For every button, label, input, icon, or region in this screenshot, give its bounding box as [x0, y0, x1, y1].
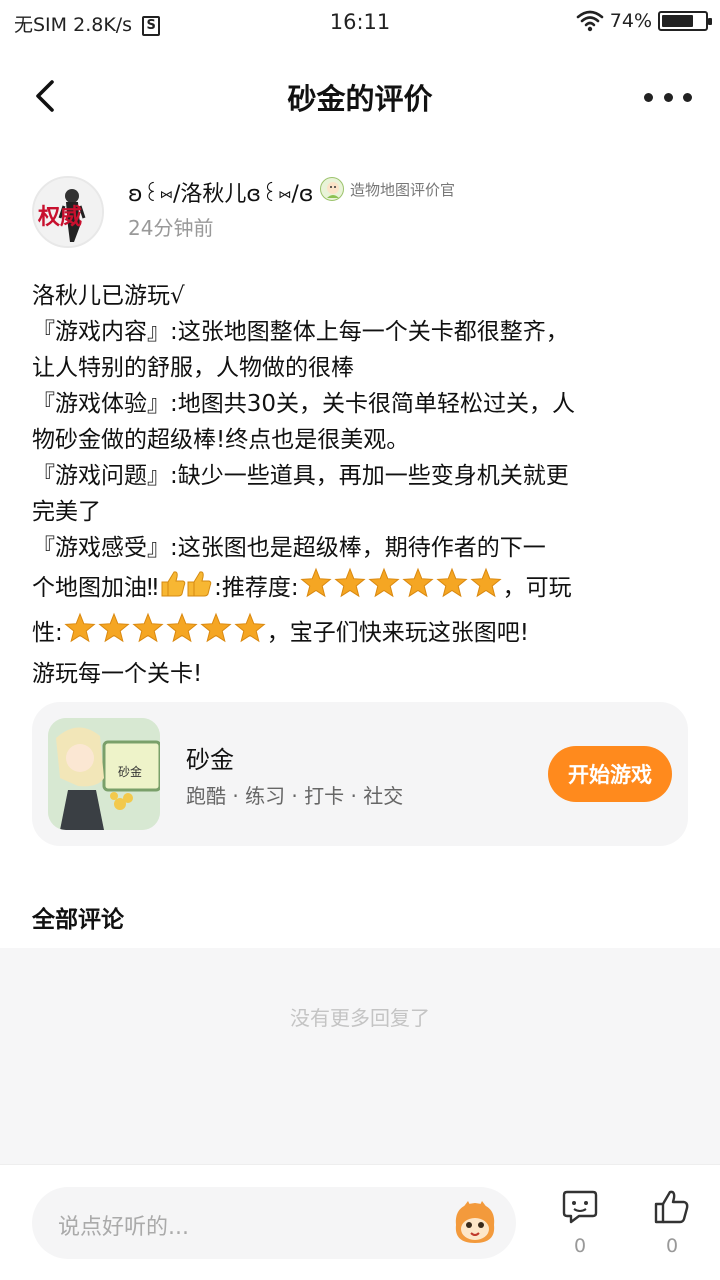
review-line: 洛秋儿已游玩√ — [32, 283, 185, 309]
star-icon — [470, 567, 502, 598]
post-time: 24分钟前 — [128, 216, 214, 240]
star-icon — [436, 567, 468, 598]
review-body: 洛秋儿已游玩√ 『游戏内容』:这张地图整体上每一个关卡都很整齐， 让人特别的舒服… — [32, 278, 692, 692]
review-line: 『游戏感受』:这张图也是超级棒，期待作者的下一 — [32, 535, 546, 561]
page-title: 砂金的评价 — [287, 82, 433, 116]
game-thumb-text: 砂金 — [118, 764, 142, 779]
nav-bar: 砂金的评价 — [0, 56, 720, 136]
battery-cap — [708, 18, 712, 25]
star-icon — [402, 567, 434, 598]
bottom-bar: 说点好听的... 0 0 — [0, 1164, 720, 1280]
battery-percent: 74% — [609, 10, 652, 32]
star-icon — [334, 567, 366, 598]
mascot-emoji-icon[interactable] — [450, 1199, 500, 1247]
game-card[interactable]: 砂金 砂金 跑酷 · 练习 · 打卡 · 社交 开始游戏 — [32, 702, 688, 846]
thumbs-up-icon — [654, 1190, 689, 1224]
comments-area: 没有更多回复了 — [0, 948, 720, 1164]
like-action[interactable]: 0 — [642, 1189, 702, 1257]
battery-icon — [658, 11, 712, 31]
avatar-image: 权威 — [34, 178, 102, 246]
wifi-icon — [576, 10, 604, 32]
star-icon — [200, 612, 232, 643]
comment-placeholder: 说点好听的... — [58, 1215, 189, 1240]
comment-count: 0 — [573, 1235, 587, 1257]
reviewer-badge-icon — [320, 177, 344, 201]
star-icon — [132, 612, 164, 643]
game-name: 砂金 — [186, 746, 234, 774]
more-button[interactable] — [644, 82, 692, 112]
star-icon — [234, 612, 266, 643]
status-right: 74% — [576, 10, 712, 32]
star-icon — [166, 612, 198, 643]
review-line: 『游戏问题』:缺少一些道具，再加一些变身机关就更 — [32, 463, 569, 489]
review-line: 『游戏体验』:地图共30关，关卡很简单轻松过关，人 — [32, 391, 576, 417]
avatar[interactable]: 权威 — [32, 176, 104, 248]
star-icon — [368, 567, 400, 598]
review-text: ，可玩 — [502, 575, 572, 601]
review-line: 让人特别的舒服，人物做的很棒 — [32, 355, 354, 381]
review-text: :推荐度: — [214, 575, 299, 601]
more-dot — [683, 92, 692, 102]
comment-input[interactable]: 说点好听的... — [32, 1187, 516, 1259]
game-thumbnail[interactable]: 砂金 — [48, 718, 160, 830]
game-tags: 跑酷 · 练习 · 打卡 · 社交 — [186, 784, 404, 808]
no-more-replies-text: 没有更多回复了 — [290, 1006, 430, 1030]
review-text: ，宝子们快来玩这张图吧! — [266, 620, 529, 646]
avatar-text: 权威 — [37, 204, 82, 230]
more-dot — [663, 92, 673, 102]
review-line: 性: ，宝子们快来玩这张图吧! — [32, 611, 692, 656]
star-icon — [64, 612, 96, 643]
star-icon — [98, 612, 130, 643]
playability-stars — [63, 611, 267, 656]
start-game-button[interactable]: 开始游戏 — [548, 746, 672, 802]
like-count: 0 — [665, 1235, 679, 1257]
reviewer-badge: 造物地图评价官 — [320, 177, 455, 201]
author-name[interactable]: ʚ꒰⑅/洛秋儿ɞ꒰⑅/ɞ — [128, 176, 313, 208]
review-line: 物砂金做的超级棒!终点也是很美观。 — [32, 427, 410, 453]
review-text: 个地图加油‼ — [32, 575, 159, 601]
battery-level — [662, 15, 694, 27]
more-dots-icon — [644, 92, 653, 102]
comment-action[interactable]: 0 — [550, 1189, 610, 1257]
review-line: 个地图加油‼ :推荐度: ，可玩 — [32, 566, 692, 611]
review-line: 『游戏内容』:这张地图整体上每一个关卡都很整齐， — [32, 319, 569, 345]
star-icon — [300, 567, 332, 598]
review-text: 性: — [32, 620, 63, 646]
reviewer-badge-text: 造物地图评价官 — [350, 180, 456, 199]
review-line: 游玩每一个关卡! — [32, 661, 203, 687]
review-line: 完美了 — [32, 499, 101, 525]
comments-title: 全部评论 — [32, 907, 124, 933]
recommend-stars — [299, 566, 503, 611]
comment-bubble-icon — [562, 1190, 598, 1224]
thumbs-up-emoji-icon — [158, 568, 214, 609]
status-bar: 无SIM 2.8K/s S 16:11 74% — [0, 0, 720, 46]
